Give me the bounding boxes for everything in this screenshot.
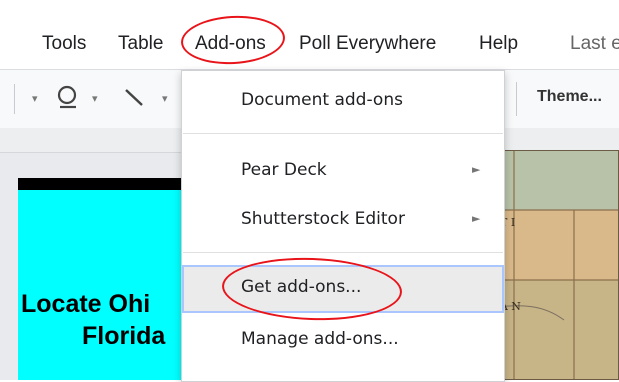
menu-bar: Tools Table Add-ons Poll Everywhere Help… bbox=[0, 0, 619, 68]
theme-button[interactable]: Theme... bbox=[537, 88, 602, 106]
shape-icon[interactable] bbox=[55, 83, 81, 111]
menu-item-shutterstock-editor[interactable]: Shutterstock Editor ► bbox=[182, 200, 504, 240]
slide-title-line-1: Locate Ohi bbox=[21, 290, 151, 318]
menu-item-document-add-ons[interactable]: Document add-ons bbox=[182, 81, 504, 121]
menu-item-label: Document add-ons bbox=[241, 90, 403, 110]
add-ons-menu: Document add-ons Pear Deck ► Shutterstoc… bbox=[181, 70, 505, 382]
menu-help[interactable]: Help bbox=[479, 33, 518, 55]
menu-item-label: Get add-ons... bbox=[241, 277, 362, 297]
chevron-down-icon[interactable]: ▾ bbox=[32, 92, 38, 105]
menu-tools[interactable]: Tools bbox=[42, 33, 86, 55]
menu-table[interactable]: Table bbox=[118, 33, 163, 55]
menu-divider bbox=[183, 252, 503, 253]
line-icon[interactable] bbox=[122, 85, 146, 109]
chevron-down-icon[interactable]: ▾ bbox=[92, 92, 98, 105]
menu-poll-everywhere[interactable]: Poll Everywhere bbox=[299, 33, 436, 55]
menu-item-get-add-ons[interactable]: Get add-ons... bbox=[182, 265, 504, 313]
menu-add-ons[interactable]: Add-ons bbox=[195, 33, 266, 55]
submenu-arrow-icon: ► bbox=[472, 163, 481, 176]
toolbar-divider bbox=[516, 82, 517, 116]
menu-item-label: Shutterstock Editor bbox=[241, 209, 405, 229]
submenu-arrow-icon: ► bbox=[472, 212, 481, 225]
menu-item-label: Manage add-ons... bbox=[241, 329, 399, 349]
menu-item-manage-add-ons[interactable]: Manage add-ons... bbox=[182, 320, 504, 360]
chevron-down-icon[interactable]: ▾ bbox=[162, 92, 168, 105]
menu-item-pear-deck[interactable]: Pear Deck ► bbox=[182, 151, 504, 191]
menu-item-label: Pear Deck bbox=[241, 160, 327, 180]
toolbar-divider bbox=[14, 84, 15, 114]
last-edit-link[interactable]: Last e bbox=[570, 33, 619, 55]
slide-title-line-2: Florida bbox=[82, 322, 166, 350]
menu-divider bbox=[183, 133, 503, 134]
